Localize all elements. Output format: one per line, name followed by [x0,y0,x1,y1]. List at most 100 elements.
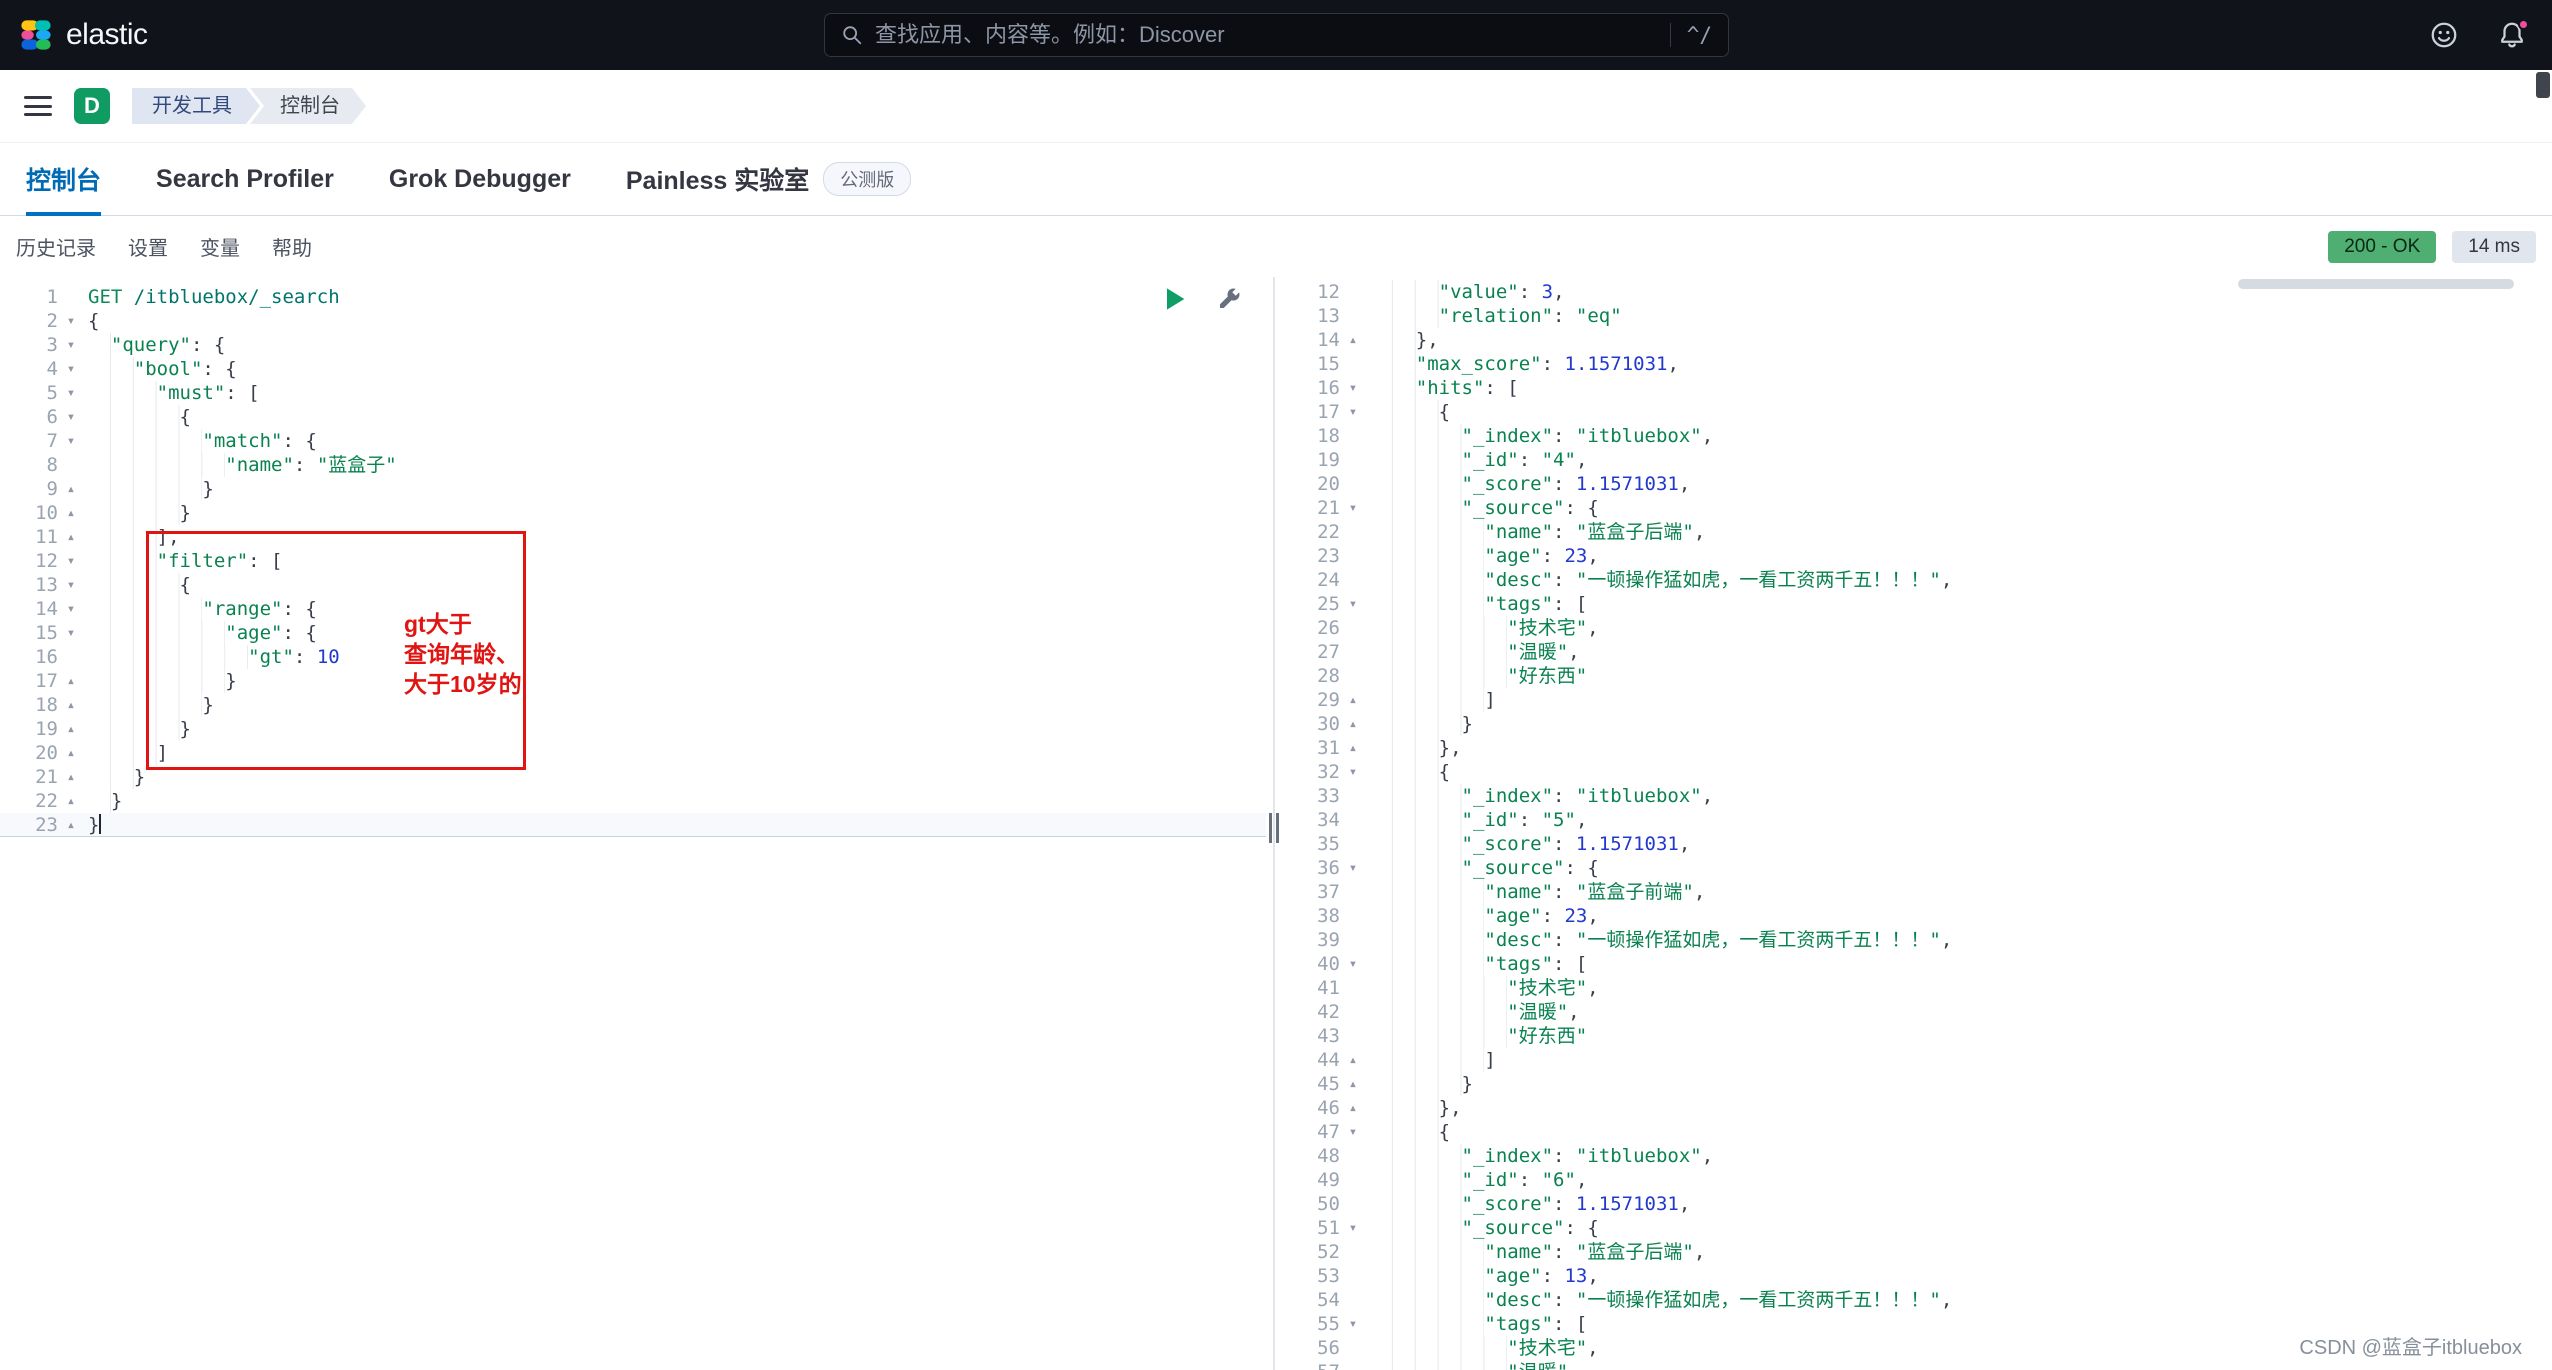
code-line-57: 57 "温暖", [1282,1360,2552,1370]
code-line-54: 54 "desc": "一顿操作猛如虎，一看工资两千五！！！", [1282,1288,2552,1312]
code-line-1[interactable]: 1 GET /itbluebox/_search [0,285,1266,309]
line-number: 13 [1317,305,1340,327]
fold-open-icon[interactable]: ▾ [1340,496,1366,520]
fold-close-icon[interactable]: ▴ [1340,736,1366,760]
fold-close-icon[interactable]: ▴ [1340,712,1366,736]
tab-painless-lab[interactable]: Painless 实验室 公测版 [626,143,912,216]
fold-close-icon[interactable]: ▴ [58,789,84,813]
send-request-play-button[interactable] [1162,286,1188,312]
code-line-2[interactable]: 2 ▾{ [0,309,1266,333]
breadcrumb-dev-tools[interactable]: 开发工具 [132,88,260,124]
fold-close-icon[interactable]: ▴ [58,525,84,549]
code-line-8[interactable]: 8 "name": "蓝盒子" [0,453,1266,477]
tab-grok-debugger[interactable]: Grok Debugger [389,143,571,216]
fold-open-icon[interactable]: ▾ [58,333,84,357]
code-text: } [88,501,191,525]
global-search-input[interactable] [875,22,1662,48]
fold-open-icon[interactable]: ▾ [58,381,84,405]
fold-open-icon[interactable]: ▾ [1340,400,1366,424]
fold-close-icon[interactable]: ▴ [1340,1048,1366,1072]
notifications-bell-icon[interactable] [2494,17,2530,53]
toolbar-settings[interactable]: 设置 [128,232,168,261]
fold-close-icon[interactable]: ▴ [1340,688,1366,712]
fold-close-icon[interactable]: ▴ [1340,328,1366,352]
space-avatar[interactable]: D [74,88,110,124]
line-number: 35 [1317,833,1340,855]
code-line-36: 36 ▾ "_source": { [1282,856,2552,880]
code-line-3[interactable]: 3 ▾ "query": { [0,333,1266,357]
fold-open-icon[interactable]: ▾ [1340,1312,1366,1336]
fold-close-icon[interactable]: ▴ [58,669,84,693]
breadcrumb: 开发工具 控制台 [132,88,366,124]
fold-open-icon[interactable]: ▾ [1340,856,1366,880]
code-line-52: 52 "name": "蓝盒子后端", [1282,1240,2552,1264]
fold-open-icon[interactable]: ▾ [58,549,84,573]
fold-open-icon[interactable]: ▾ [58,405,84,429]
fold-close-icon[interactable]: ▴ [58,741,84,765]
fold-open-icon[interactable]: ▾ [1340,760,1366,784]
toolbar-help[interactable]: 帮助 [272,232,312,261]
code-line-16[interactable]: 16 "gt": 10 [0,645,1266,669]
fold-close-icon[interactable]: ▴ [1340,1072,1366,1096]
code-line-12[interactable]: 12 ▾ "filter": [ [0,549,1266,573]
fold-open-icon[interactable]: ▾ [1340,952,1366,976]
global-search-bar[interactable]: ^/ [824,13,1729,57]
fold-close-icon[interactable]: ▴ [58,693,84,717]
fold-close-icon[interactable]: ▴ [1340,1096,1366,1120]
feedback-smiley-icon[interactable] [2426,17,2462,53]
code-line-5[interactable]: 5 ▾ "must": [ [0,381,1266,405]
fold-open-icon[interactable]: ▾ [58,309,84,333]
fold-open-icon[interactable]: ▾ [58,357,84,381]
breadcrumb-console[interactable]: 控制台 [250,88,366,124]
code-line-14[interactable]: 14 ▾ "range": { [0,597,1266,621]
fold-close-icon[interactable]: ▴ [58,813,84,837]
response-scrollbar-thumb[interactable] [2238,279,2514,289]
toolbar-variables[interactable]: 变量 [200,232,240,261]
fold-close-icon[interactable]: ▴ [58,717,84,741]
code-line-9[interactable]: 9 ▴ } [0,477,1266,501]
menu-hamburger-icon[interactable] [24,96,52,116]
toolbar-history[interactable]: 历史记录 [16,232,96,261]
code-line-22[interactable]: 22 ▴ } [0,789,1266,813]
code-line-11[interactable]: 11 ▴ ], [0,525,1266,549]
page-scrollbar-thumb[interactable] [2536,72,2550,98]
line-number: 55 [1317,1313,1340,1335]
fold-open-icon[interactable]: ▾ [58,621,84,645]
code-line-23[interactable]: 23 ▴} [0,813,1266,837]
code-line-6[interactable]: 6 ▾ { [0,405,1266,429]
code-line-4[interactable]: 4 ▾ "bool": { [0,357,1266,381]
pane-resize-handle[interactable] [1266,277,1282,1370]
line-number: 21 [35,766,58,788]
code-line-19[interactable]: 19 ▴ } [0,717,1266,741]
fold-close-icon[interactable]: ▴ [58,477,84,501]
request-editor-pane[interactable]: 1 GET /itbluebox/_search 2 ▾{3 ▾ "query": {4… [0,277,1266,1370]
code-line-7[interactable]: 7 ▾ "match": { [0,429,1266,453]
line-number: 42 [1317,1001,1340,1023]
fold-open-icon[interactable]: ▾ [1340,1120,1366,1144]
elastic-brand[interactable]: elastic [0,17,148,53]
code-line-37: 37 "name": "蓝盒子前端", [1282,880,2552,904]
fold-close-icon[interactable]: ▴ [58,501,84,525]
request-options-wrench-icon[interactable] [1216,286,1242,312]
fold-open-icon[interactable]: ▾ [1340,592,1366,616]
code-text: } [1370,1072,1473,1096]
code-text: } [88,765,145,789]
fold-open-icon[interactable]: ▾ [58,597,84,621]
code-line-20[interactable]: 20 ▴ ] [0,741,1266,765]
fold-open-icon[interactable]: ▾ [58,429,84,453]
code-line-18[interactable]: 18 ▴ } [0,693,1266,717]
line-number: 47 [1317,1121,1340,1143]
code-line-13[interactable]: 13 ▾ { [0,573,1266,597]
code-line-17[interactable]: 17 ▴ } [0,669,1266,693]
code-line-15[interactable]: 15 ▾ "age": { [0,621,1266,645]
fold-open-icon[interactable]: ▾ [58,573,84,597]
code-line-21[interactable]: 21 ▴ } [0,765,1266,789]
code-text: "filter": [ [88,549,282,573]
fold-close-icon[interactable]: ▴ [58,765,84,789]
code-line-10[interactable]: 10 ▴ } [0,501,1266,525]
tab-search-profiler[interactable]: Search Profiler [156,143,334,216]
fold-open-icon[interactable]: ▾ [1340,1216,1366,1240]
fold-open-icon[interactable]: ▾ [1340,376,1366,400]
tab-console[interactable]: 控制台 [26,143,102,216]
